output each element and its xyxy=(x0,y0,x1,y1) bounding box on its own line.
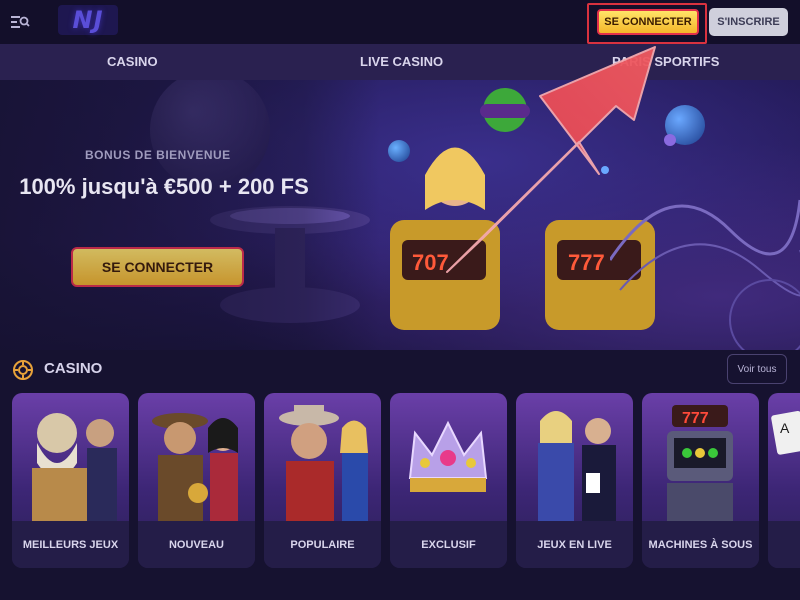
roller-coaster-icon xyxy=(610,199,800,350)
login-button[interactable]: SE CONNECTER xyxy=(597,9,699,35)
site-logo[interactable]: NJ xyxy=(58,5,118,35)
category-card-exclusive[interactable]: EXCLUSIF xyxy=(390,393,507,568)
category-card-new[interactable]: NOUVEAU xyxy=(138,393,255,568)
nav-item-sports[interactable]: PARIS SPORTIFS xyxy=(612,44,719,80)
zeus-icon xyxy=(32,413,117,521)
card-label: EXCLUSIF xyxy=(390,521,507,568)
category-card-popular[interactable]: POPULAIRE xyxy=(264,393,381,568)
svg-text:777: 777 xyxy=(568,250,605,275)
menu-search-icon[interactable] xyxy=(10,12,30,32)
dealers-icon xyxy=(538,411,616,521)
top-header: NJ SE CONNECTER S'INSCRIRE xyxy=(0,0,800,44)
category-card-cards[interactable]: A xyxy=(768,393,800,568)
nav-item-casino[interactable]: CASINO xyxy=(107,44,158,80)
crown-icon xyxy=(408,420,488,492)
slot-machine-icon: 777 xyxy=(667,405,733,521)
card-label: JEUX EN LIVE xyxy=(516,521,633,568)
section-title: CASINO xyxy=(44,360,103,377)
hero-login-button[interactable]: SE CONNECTER xyxy=(71,247,244,287)
cowboy-icon xyxy=(279,405,368,521)
category-cards: MEILLEURS JEUX NOUVEAU POPULAIRE EXCLUSI… xyxy=(0,393,800,568)
next-section-hint xyxy=(0,578,800,600)
bonus-title: 100% jusqu'à €500 + 200 FS xyxy=(19,174,309,199)
casino-chip-icon xyxy=(13,360,33,380)
hero-banner[interactable]: 707 777 BONUS DE BIENVENUE 100% jusqu'à … xyxy=(0,80,800,350)
card-label xyxy=(768,521,800,568)
category-card-best-games[interactable]: MEILLEURS JEUX xyxy=(12,393,129,568)
card-label: POPULAIRE xyxy=(264,521,381,568)
svg-text:707: 707 xyxy=(412,250,449,275)
see-all-button[interactable]: Voir tous xyxy=(727,354,787,384)
category-card-live-games[interactable]: JEUX EN LIVE xyxy=(516,393,633,568)
card-label: NOUVEAU xyxy=(138,521,255,568)
cards-icon: A xyxy=(771,411,800,455)
card-label: MEILLEURS JEUX xyxy=(12,521,129,568)
adventurer-icon xyxy=(152,413,238,521)
casino-section-header: CASINO Voir tous xyxy=(0,350,800,390)
svg-text:A: A xyxy=(780,420,790,436)
main-nav: CASINO LIVE CASINO PARIS SPORTIFS xyxy=(0,44,800,80)
hero-text-overlay xyxy=(0,80,380,350)
category-card-slots[interactable]: 777 MACHINES À SOUS xyxy=(642,393,759,568)
nav-item-live-casino[interactable]: LIVE CASINO xyxy=(360,44,443,80)
card-label: MACHINES À SOUS xyxy=(642,521,759,568)
bonus-label: BONUS DE BIENVENUE xyxy=(85,148,231,162)
svg-text:777: 777 xyxy=(682,410,709,427)
register-button[interactable]: S'INSCRIRE xyxy=(709,8,788,36)
